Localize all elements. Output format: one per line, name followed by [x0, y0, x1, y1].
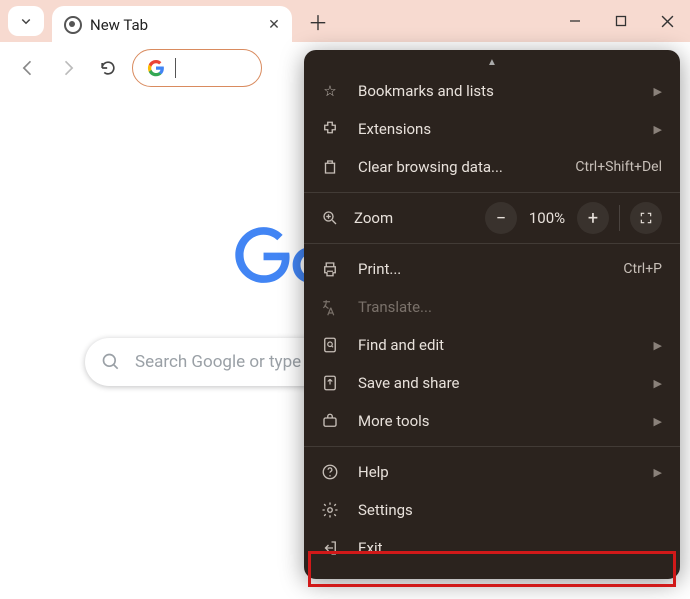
chevron-right-icon: ▶ [652, 415, 662, 428]
find-icon [320, 336, 340, 354]
minimize-button[interactable] [552, 0, 598, 42]
zoom-in-button[interactable]: + [577, 202, 609, 234]
reload-button[interactable] [92, 52, 124, 84]
menu-help[interactable]: Help ▶ [304, 453, 680, 491]
keyboard-shortcut: Ctrl+Shift+Del [575, 159, 662, 175]
address-bar[interactable] [132, 49, 262, 87]
menu-label: Print... [358, 260, 605, 278]
translate-icon [320, 298, 340, 316]
tab-search-button[interactable] [8, 6, 44, 36]
help-icon [320, 463, 340, 481]
arrow-left-icon [18, 58, 38, 78]
menu-find[interactable]: Find and edit ▶ [304, 326, 680, 364]
maximize-button[interactable] [598, 0, 644, 42]
menu-settings[interactable]: Settings [304, 491, 680, 529]
menu-label: Help [358, 463, 634, 481]
zoom-value: 100% [523, 209, 571, 227]
menu-label: Exit [358, 539, 662, 557]
chrome-menu: ▲ ☆ Bookmarks and lists ▶ Extensions ▶ C… [304, 50, 680, 579]
chevron-right-icon: ▶ [652, 466, 662, 479]
menu-label: Extensions [358, 120, 634, 138]
menu-caret-icon: ▲ [304, 58, 680, 72]
keyboard-shortcut: Ctrl+P [623, 261, 662, 277]
reload-icon [98, 58, 118, 78]
menu-exit[interactable]: Exit [304, 529, 680, 567]
new-tab-button[interactable]: ＋ [304, 7, 332, 35]
menu-label: Save and share [358, 374, 634, 392]
chevron-right-icon: ▶ [652, 377, 662, 390]
menu-label: Translate... [358, 298, 662, 316]
menu-separator [304, 192, 680, 193]
printer-icon [320, 260, 340, 278]
trash-icon [320, 158, 340, 176]
menu-clear-data[interactable]: Clear browsing data... Ctrl+Shift+Del [304, 148, 680, 186]
magnifier-icon [320, 209, 340, 227]
menu-label: Settings [358, 501, 662, 519]
back-button[interactable] [12, 52, 44, 84]
tab-title: New Tab [90, 16, 258, 34]
forward-button[interactable] [52, 52, 84, 84]
close-window-button[interactable] [644, 0, 690, 42]
gear-icon [320, 501, 340, 519]
menu-label: Zoom [354, 209, 471, 227]
browser-tab[interactable]: New Tab ✕ [52, 6, 292, 44]
chevron-right-icon: ▶ [652, 85, 662, 98]
fullscreen-button[interactable] [630, 202, 662, 234]
menu-label: More tools [358, 412, 634, 430]
text-cursor [175, 58, 176, 78]
chevron-right-icon: ▶ [652, 339, 662, 352]
window-controls [552, 0, 690, 42]
zoom-out-button[interactable]: − [485, 202, 517, 234]
arrow-right-icon [58, 58, 78, 78]
fullscreen-icon [639, 211, 653, 225]
divider [619, 205, 620, 231]
menu-bookmarks[interactable]: ☆ Bookmarks and lists ▶ [304, 72, 680, 110]
star-icon: ☆ [320, 82, 340, 100]
menu-more-tools[interactable]: More tools ▶ [304, 402, 680, 440]
chevron-down-icon [17, 12, 35, 30]
menu-save-share[interactable]: Save and share ▶ [304, 364, 680, 402]
menu-label: Find and edit [358, 336, 634, 354]
menu-separator [304, 446, 680, 447]
close-tab-button[interactable]: ✕ [266, 17, 282, 33]
toolbox-icon [320, 412, 340, 430]
menu-zoom: Zoom − 100% + [304, 199, 680, 237]
menu-extensions[interactable]: Extensions ▶ [304, 110, 680, 148]
tab-strip: New Tab ✕ ＋ [0, 0, 690, 42]
google-g-icon [147, 59, 165, 77]
menu-label: Bookmarks and lists [358, 82, 634, 100]
search-icon [101, 352, 121, 372]
menu-print[interactable]: Print... Ctrl+P [304, 250, 680, 288]
exit-icon [320, 539, 340, 557]
menu-translate: Translate... [304, 288, 680, 326]
menu-separator [304, 243, 680, 244]
chrome-favicon-icon [64, 16, 82, 34]
puzzle-icon [320, 120, 340, 138]
share-icon [320, 374, 340, 392]
menu-label: Clear browsing data... [358, 158, 557, 176]
chevron-right-icon: ▶ [652, 123, 662, 136]
